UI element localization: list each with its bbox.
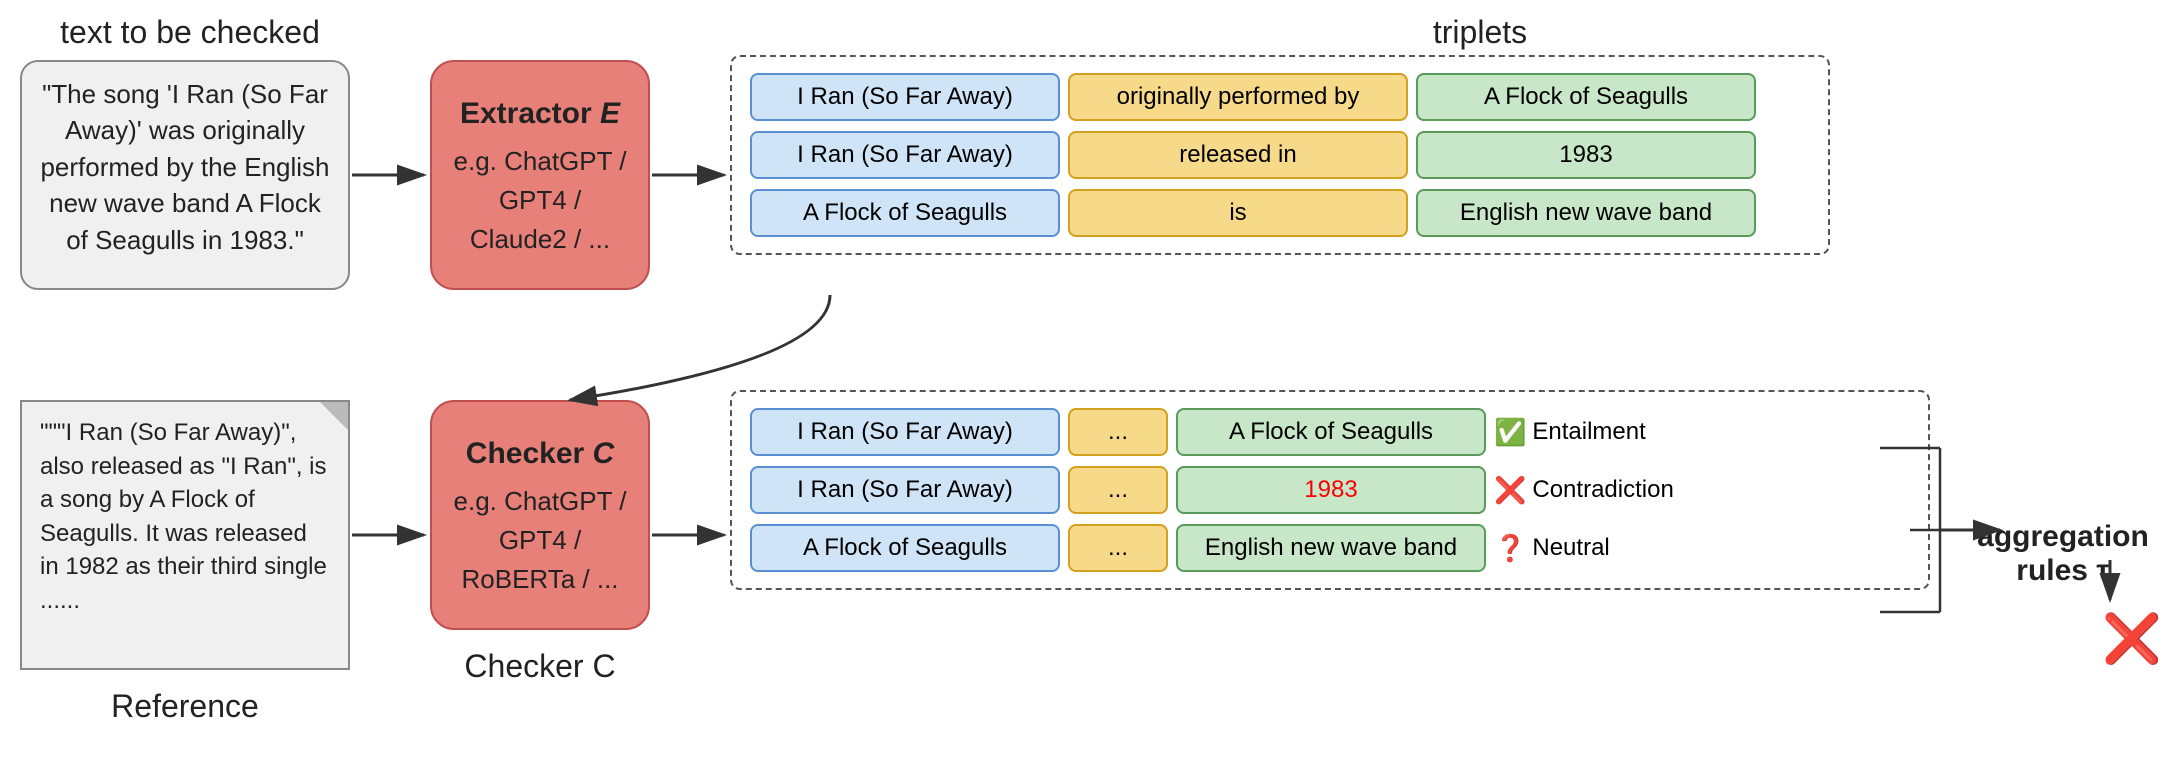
triplet-1-col2: originally performed by <box>1068 73 1408 121</box>
contradiction-icon: ❌ <box>1494 475 1526 506</box>
checker-title: Checker C <box>452 431 628 476</box>
extractor-title: Extractor E <box>452 91 628 136</box>
triplet-b1-col1: I Ran (So Far Away) <box>750 408 1060 456</box>
triplet-3-col1: A Flock of Seagulls <box>750 189 1060 237</box>
triplet-b3-col3: English new wave band <box>1176 524 1486 572</box>
triplet-row-3: A Flock of Seagulls is English new wave … <box>750 189 1810 237</box>
triplet-row-2: I Ran (So Far Away) released in 1983 <box>750 131 1810 179</box>
triplet-bottom-row-3: A Flock of Seagulls ... English new wave… <box>750 524 1910 572</box>
triplet-2-col3: 1983 <box>1416 131 1756 179</box>
triplets-top-container: I Ran (So Far Away) originally performed… <box>730 55 1830 255</box>
extractor-box: Extractor E e.g. ChatGPT / GPT4 / Claude… <box>430 60 650 290</box>
triplet-b1-col3: A Flock of Seagulls <box>1176 408 1486 456</box>
triplet-1-col3: A Flock of Seagulls <box>1416 73 1756 121</box>
triplet-b2-col2: ... <box>1068 466 1168 514</box>
triplet-b2-col1: I Ran (So Far Away) <box>750 466 1060 514</box>
neutral-text: Neutral <box>1532 534 1609 562</box>
entailment-icon: ✅ <box>1494 417 1526 448</box>
triplets-label: triplets <box>1080 14 1880 51</box>
triplet-1-col1: I Ran (So Far Away) <box>750 73 1060 121</box>
verdict-neutral: ❓ Neutral <box>1494 533 1610 564</box>
triplet-2-col2: released in <box>1068 131 1408 179</box>
triplets-bottom-container: I Ran (So Far Away) ... A Flock of Seagu… <box>730 390 1930 590</box>
checker-box: Checker C e.g. ChatGPT / GPT4 / RoBERTa … <box>430 400 650 630</box>
reference-label: Reference <box>40 688 330 725</box>
text-to-check-label: text to be checked <box>20 14 360 51</box>
triplet-b2-col3: 1983 <box>1176 466 1486 514</box>
triplet-3-col3: English new wave band <box>1416 189 1756 237</box>
triplet-bottom-row-2: I Ran (So Far Away) ... 1983 ❌ Contradic… <box>750 466 1910 514</box>
triplet-b1-col2: ... <box>1068 408 1168 456</box>
final-result-icon: ❌ <box>2102 610 2162 667</box>
checker-label: Checker C <box>430 648 650 685</box>
reference-doc-box: """I Ran (So Far Away)", also released a… <box>20 400 350 670</box>
triplet-b3-col1: A Flock of Seagulls <box>750 524 1060 572</box>
aggregation-label: aggregation rules τ <box>1958 520 2168 588</box>
triplet-row-1: I Ran (So Far Away) originally performed… <box>750 73 1810 121</box>
verdict-contradiction: ❌ Contradiction <box>1494 475 1674 506</box>
triplet-2-col1: I Ran (So Far Away) <box>750 131 1060 179</box>
triplet-b3-col2: ... <box>1068 524 1168 572</box>
checker-content: e.g. ChatGPT / GPT4 / RoBERTa / ... <box>452 482 628 599</box>
contradiction-text: Contradiction <box>1532 476 1673 504</box>
entailment-text: Entailment <box>1532 418 1645 446</box>
triplet-3-col2: is <box>1068 189 1408 237</box>
text-input-box: "The song 'I Ran (So Far Away)' was orig… <box>20 60 350 290</box>
verdict-entailment: ✅ Entailment <box>1494 417 1646 448</box>
triplet-bottom-row-1: I Ran (So Far Away) ... A Flock of Seagu… <box>750 408 1910 456</box>
neutral-icon: ❓ <box>1494 533 1526 564</box>
extractor-content: e.g. ChatGPT / GPT4 / Claude2 / ... <box>452 142 628 259</box>
